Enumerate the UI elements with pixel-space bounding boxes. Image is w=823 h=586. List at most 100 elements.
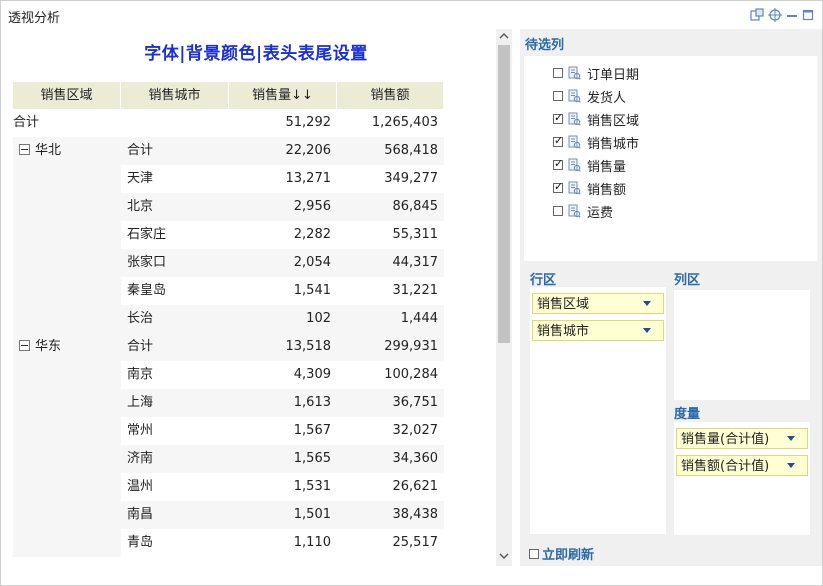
city-cell: 温州: [127, 479, 154, 494]
measure-zone[interactable]: 销售量(合计值) 销售额(合计值): [674, 422, 810, 535]
city-cell: 合计: [121, 333, 229, 361]
chevron-down-icon[interactable]: [787, 463, 795, 468]
field-icon: [568, 89, 581, 103]
scrollbar-thumb[interactable]: [498, 45, 510, 343]
amount-cell: 86,845: [337, 193, 444, 221]
field-checkbox[interactable]: [553, 111, 563, 124]
city-cell: 天津: [127, 171, 154, 186]
row-zone-chip-city[interactable]: 销售城市: [532, 320, 664, 341]
qty-cell: 13,518: [229, 333, 337, 361]
field-item[interactable]: 销售区域: [553, 109, 639, 129]
row-zone[interactable]: 销售区域 销售城市: [530, 287, 666, 534]
collapse-icon[interactable]: [19, 340, 30, 351]
grand-total-label: 合计: [13, 115, 40, 130]
chevron-down-icon[interactable]: [643, 301, 651, 306]
measure-chip-label: 销售量(合计值): [681, 432, 770, 447]
region-cell-span: [13, 193, 121, 221]
measure-chip-amount[interactable]: 销售额(合计值): [676, 455, 808, 476]
measure-chip-qty[interactable]: 销售量(合计值): [676, 428, 808, 449]
header-city[interactable]: 销售城市: [121, 82, 229, 109]
region-cell-span: [13, 473, 121, 501]
export-icon[interactable]: [750, 8, 764, 22]
table-row: 常州 1,567 32,027: [13, 417, 444, 445]
field-item[interactable]: 销售额: [553, 178, 626, 198]
scroll-up-icon[interactable]: [499, 31, 509, 41]
scroll-down-icon[interactable]: [499, 551, 509, 561]
row-zone-chip-label: 销售城市: [537, 324, 590, 339]
amount-cell: 55,311: [392, 227, 439, 242]
field-icon: [568, 204, 581, 218]
report-title: 字体|背景颜色|表头表尾设置: [144, 44, 368, 64]
grand-total-amount: 1,265,403: [371, 115, 438, 130]
region-cell: 华北: [13, 137, 121, 165]
vertical-scrollbar[interactable]: [496, 29, 512, 566]
header-amount[interactable]: 销售额: [337, 82, 444, 109]
amount-cell: 31,221: [392, 283, 439, 298]
qty-cell: 1,501: [229, 501, 337, 529]
chevron-down-icon[interactable]: [643, 328, 651, 333]
city-cell: 南昌: [121, 501, 229, 529]
region-cell-span: [13, 417, 121, 445]
maximize-icon[interactable]: [802, 8, 814, 22]
qty-cell: 22,206: [229, 137, 337, 165]
field-item[interactable]: 销售量: [553, 155, 626, 175]
row-zone-chip-region[interactable]: 销售区域: [532, 293, 664, 314]
amount-cell: 38,438: [337, 501, 444, 529]
field-checkbox[interactable]: [553, 206, 563, 216]
qty-cell: 1,565: [229, 445, 337, 473]
qty-cell: 13,271: [285, 171, 332, 186]
city-cell: 合计: [121, 137, 229, 165]
amount-cell: 44,317: [337, 249, 444, 277]
field-item[interactable]: 订单日期: [553, 63, 639, 83]
measure-label: 度量: [674, 407, 701, 422]
qty-cell: 4,309: [293, 367, 331, 382]
table-row: 温州 1,531 26,621: [13, 473, 444, 501]
amount-cell: 1,444: [337, 305, 444, 333]
field-label: 销售额: [587, 182, 627, 198]
field-checkbox[interactable]: [553, 134, 563, 147]
field-checkbox[interactable]: [553, 157, 563, 170]
amount-cell: 25,517: [392, 535, 439, 550]
field-item[interactable]: 运费: [553, 201, 613, 221]
region-cell-span: [13, 361, 121, 389]
region-cell-span: [13, 165, 121, 193]
city-cell: 北京: [121, 193, 229, 221]
field-panel: 待选列 订单日期发货人销售区域销售城市销售量销售额运费 行区 列区 销售区域 销…: [520, 29, 822, 566]
region-groups: 华北 合计 22,206 568,418 天津 13,271 349,277 北京 2,956 8…: [13, 137, 444, 557]
table-row: 天津 13,271 349,277: [13, 165, 444, 193]
table-row: 张家口 2,054 44,317: [13, 249, 444, 277]
qty-cell: 1,541: [293, 283, 331, 298]
collapse-icon[interactable]: [19, 144, 30, 155]
field-checkbox[interactable]: [553, 91, 563, 101]
chevron-down-icon[interactable]: [787, 436, 795, 441]
header-qty[interactable]: 销售量↓↓: [229, 82, 337, 109]
field-item[interactable]: 销售城市: [553, 132, 639, 152]
region-label: 华东: [35, 339, 62, 354]
region-cell: 华东: [13, 333, 121, 361]
qty-cell: 1,531: [293, 479, 331, 494]
table-row: 长治 102 1,444: [13, 305, 444, 333]
auto-refresh-checkbox[interactable]: [529, 548, 539, 559]
field-checkbox[interactable]: [553, 68, 563, 78]
locate-icon[interactable]: [768, 8, 782, 22]
city-cell: 上海: [121, 389, 229, 417]
field-label: 销售区域: [587, 113, 640, 129]
amount-cell: 349,277: [384, 171, 438, 186]
minimize-icon[interactable]: [786, 8, 798, 22]
city-cell: 秦皇岛: [127, 283, 167, 298]
region-cell-span: [13, 445, 121, 473]
col-zone[interactable]: [674, 290, 810, 400]
field-checkbox[interactable]: [553, 180, 563, 193]
qty-cell: 2,956: [229, 193, 337, 221]
table-row: 青岛 1,110 25,517: [13, 529, 444, 557]
auto-refresh-label: 立即刷新: [542, 548, 595, 563]
region-cell-span: [13, 305, 121, 333]
amount-cell: 299,931: [337, 333, 444, 361]
auto-refresh-toggle[interactable]: 立即刷新: [529, 544, 594, 563]
table-row: 华北 合计 22,206 568,418: [13, 137, 444, 165]
table-row: 南昌 1,501 38,438: [13, 501, 444, 529]
row-zone-chip-label: 销售区域: [537, 297, 590, 312]
row-zone-label: 行区: [530, 273, 557, 288]
field-item[interactable]: 发货人: [553, 86, 626, 106]
header-region[interactable]: 销售区域: [13, 82, 121, 109]
